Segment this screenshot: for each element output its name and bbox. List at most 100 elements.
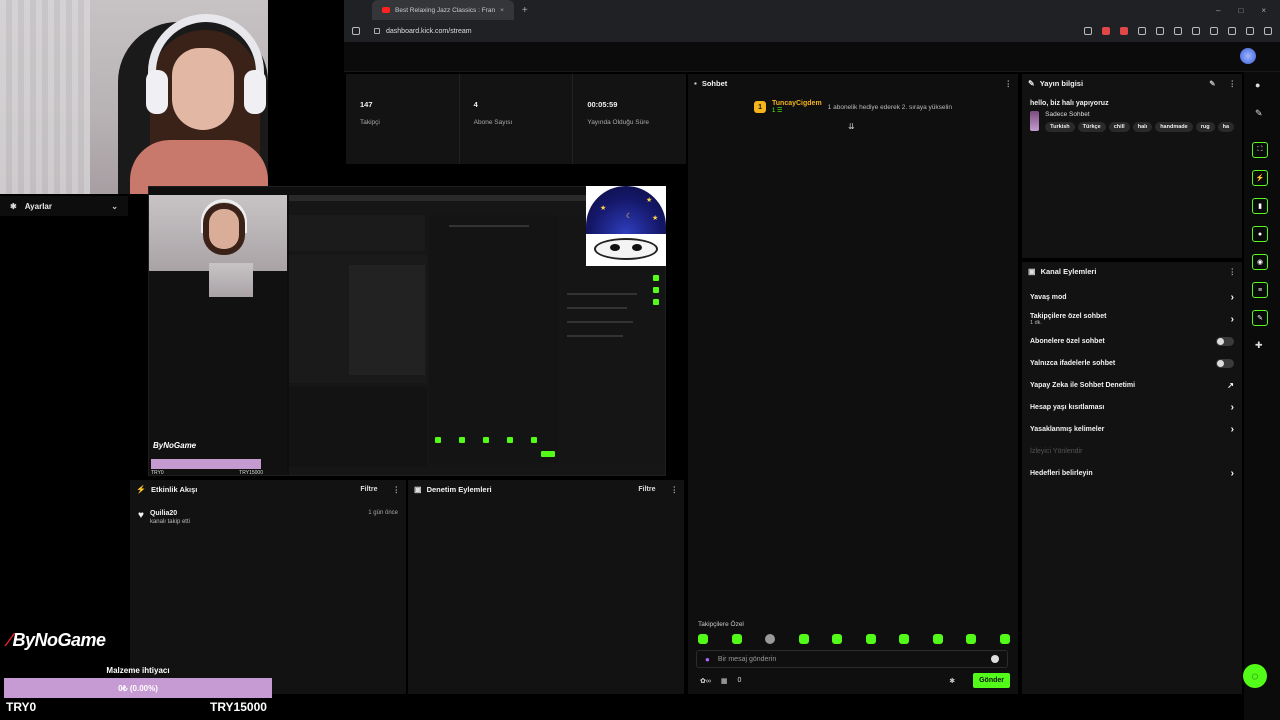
action-emotes-only: Yalnızca ifadelerle sohbet <box>1022 352 1242 374</box>
emoji-icon[interactable] <box>991 655 999 663</box>
bolt-icon[interactable]: ⚡ <box>1252 170 1268 186</box>
monitor-icon: ▣ <box>414 484 422 494</box>
more-options-icon[interactable]: ⋮ <box>671 485 679 494</box>
more-options-icon[interactable]: ⋮ <box>393 485 401 494</box>
moderation-header: ▣ Denetim Eylemleri Filtre ⋮ <box>408 480 684 498</box>
edit-icon[interactable]: ✎ <box>1209 79 1215 88</box>
goal-progress-bar: 0₺ (0.00%) <box>4 678 272 698</box>
activity-feed: ⚡ Etkinlik Akışı Filtre ⋮ ♥ Quilia20 kan… <box>130 480 406 694</box>
emote[interactable] <box>798 634 809 644</box>
pinned-gift-banner[interactable]: 1 TuncayCigdem 1 ☰ 1 abonelik hediye ede… <box>688 100 1018 114</box>
users-icon[interactable]: ✿∞ <box>700 677 711 685</box>
tag: Turkish <box>1045 122 1075 132</box>
stream-title: hello, biz halı yapıyoruz <box>1030 100 1109 107</box>
maximize-button[interactable]: □ <box>1238 6 1243 15</box>
server-icon[interactable]: ≡ <box>1252 282 1268 298</box>
browser-tab[interactable]: Best Relaxing Jazz Classics : Fran × <box>372 0 514 20</box>
scroll-down-icon[interactable]: ⇊ <box>848 122 855 131</box>
sidebar-icon[interactable] <box>1210 27 1218 35</box>
wrench-icon: ✎ <box>1028 78 1035 88</box>
settings-header[interactable]: ✱ Ayarlar ⌄ <box>0 196 128 216</box>
preview-emote <box>507 437 513 443</box>
action-set-goals[interactable]: Hedefleri belirleyin › <box>1022 462 1242 484</box>
action-label: İzleyici Yönlendir <box>1030 447 1083 455</box>
youtube-icon <box>382 7 390 13</box>
close-window-button[interactable]: × <box>1261 6 1266 15</box>
moon-icon: ☾ <box>626 213 633 220</box>
preview-emote <box>483 437 489 443</box>
action-ai-moderation[interactable]: Yapay Zeka ile Sohbet Denetimi ↗ <box>1022 374 1242 396</box>
action-banned-words[interactable]: Yasaklanmış kelimeler › <box>1022 418 1242 440</box>
store-icon[interactable]: ▦ <box>721 677 728 685</box>
microphone-icon[interactable]: ● <box>705 655 710 664</box>
new-tab-button[interactable]: + <box>522 5 528 16</box>
download-icon[interactable] <box>1174 27 1182 35</box>
activity-filter-button[interactable]: Filtre <box>360 486 377 493</box>
preview-send-button <box>541 451 555 457</box>
emotes-only-toggle[interactable] <box>1216 358 1234 368</box>
chat-count: 0 <box>737 677 742 684</box>
emote[interactable] <box>966 634 977 644</box>
emote[interactable] <box>765 634 776 644</box>
phone-icon[interactable]: ▮ <box>1252 198 1268 214</box>
plus-icon[interactable]: ✚ <box>1255 340 1263 351</box>
chat-input[interactable]: ● Bir mesaj gönderin <box>696 650 1008 668</box>
feed-username: Quilia20 <box>149 510 178 517</box>
help-icon[interactable]: ◌ <box>1243 664 1267 688</box>
action-followers-only[interactable]: Takipçilere özel sohbet 1 dk. › <box>1022 308 1242 330</box>
user-avatar[interactable] <box>1240 48 1256 64</box>
subscribers-only-toggle[interactable] <box>1216 336 1234 346</box>
wallet-icon[interactable] <box>1228 27 1236 35</box>
action-subscribers-only: Abonelere özel sohbet <box>1022 330 1242 352</box>
stat-value: 00:05:59 <box>587 100 618 109</box>
list-item[interactable]: ♥ Quilia20 kanalı takip etti 1 gün önce <box>130 498 406 537</box>
rewards-icon[interactable] <box>1120 27 1128 35</box>
brave-shield-icon[interactable] <box>1102 27 1110 35</box>
fullscreen-icon[interactable]: ⛶ <box>1252 142 1268 158</box>
menu-icon[interactable] <box>1264 27 1272 35</box>
info-icon[interactable]: ● <box>1255 80 1260 90</box>
more-options-icon[interactable]: ⋮ <box>1229 79 1237 88</box>
emote[interactable] <box>865 634 876 644</box>
bynogame-logo: ⁄ ByNoGame <box>8 630 106 651</box>
share-icon[interactable] <box>1084 27 1092 35</box>
reader-icon[interactable] <box>1156 27 1164 35</box>
more-options-icon[interactable]: ⋮ <box>1005 79 1013 88</box>
extension-icon[interactable] <box>1138 27 1146 35</box>
actions-header: ▣ Kanal Eylemleri ⋮ <box>1022 262 1242 280</box>
minimize-button[interactable]: – <box>1216 6 1220 15</box>
broadcast-icon[interactable]: ◉ <box>1252 254 1268 270</box>
preview-lower-panels <box>289 387 427 467</box>
action-raid: İzleyici Yönlendir <box>1022 440 1242 462</box>
emote[interactable] <box>731 634 742 644</box>
dashboard-header <box>344 42 1280 72</box>
screenshot-icon[interactable] <box>1192 27 1200 35</box>
chat-bubble-icon[interactable]: ● <box>1252 226 1268 242</box>
action-label: Hedefleri belirleyin <box>1030 469 1093 477</box>
action-account-age[interactable]: Hesap yaşı kısıtlaması › <box>1022 396 1242 418</box>
chat-placeholder: Bir mesaj gönderin <box>717 655 777 663</box>
vpn-icon[interactable] <box>1246 27 1254 35</box>
emote[interactable] <box>932 634 943 644</box>
pencil-icon[interactable]: ✎ <box>1255 108 1263 119</box>
chat-settings-icon[interactable]: ✱ <box>949 677 955 685</box>
action-slow-mode[interactable]: Yavaş mod › <box>1022 286 1242 308</box>
wrench-icon[interactable]: ✎ <box>1252 310 1268 326</box>
more-options-icon[interactable]: ⋮ <box>1229 267 1237 276</box>
tab-close-icon[interactable]: × <box>500 7 504 14</box>
lock-icon <box>374 28 380 34</box>
preview-rail-button <box>653 275 659 281</box>
moderation-actions: ▣ Denetim Eylemleri Filtre ⋮ <box>408 480 684 694</box>
feed-action: kanalı takip etti <box>149 519 190 525</box>
send-button[interactable]: Gönder <box>973 673 1010 688</box>
emote-row <box>698 634 1010 644</box>
emote[interactable] <box>698 634 708 644</box>
chevron-down-icon[interactable]: ⌄ <box>111 202 118 211</box>
emote[interactable] <box>999 634 1010 644</box>
bookmark-icon[interactable] <box>352 27 360 35</box>
address-bar[interactable]: dashboard.kick.com/stream <box>368 23 848 39</box>
moderation-filter-button[interactable]: Filtre <box>638 486 655 493</box>
curtain <box>0 0 90 194</box>
emote[interactable] <box>899 634 910 644</box>
emote[interactable] <box>832 634 843 644</box>
